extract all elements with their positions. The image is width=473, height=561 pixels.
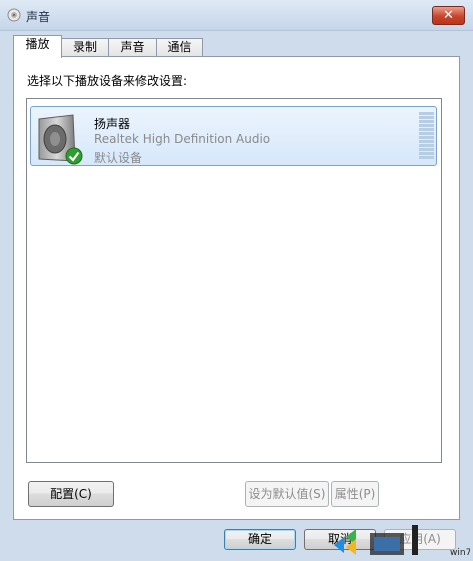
ok-button[interactable]: 确定 — [224, 529, 296, 550]
playback-device-list[interactable]: 扬声器 Realtek High Definition Audio 默认设备 — [26, 98, 442, 463]
title-bar[interactable]: 声音 ✕ — [0, 0, 473, 31]
site-watermark-logo: win7 — [334, 525, 470, 558]
device-item-speakers[interactable]: 扬声器 Realtek High Definition Audio 默认设备 — [30, 106, 437, 166]
tab-recording-label: 录制 — [72, 40, 97, 54]
tab-communications[interactable]: 通信 — [156, 38, 203, 57]
ok-button-label: 确定 — [247, 532, 272, 546]
default-check-icon — [65, 147, 83, 165]
close-icon: ✕ — [443, 8, 454, 23]
watermark-text: win7 — [450, 548, 470, 558]
set-default-button-label: 设为默认值(S) — [248, 487, 326, 501]
set-default-button[interactable]: 设为默认值(S) — [245, 481, 329, 507]
tab-sounds[interactable]: 声音 — [108, 38, 157, 57]
playback-instruction: 选择以下播放设备来修改设置: — [27, 74, 188, 88]
tab-recording[interactable]: 录制 — [61, 38, 109, 57]
device-description: Realtek High Definition Audio — [94, 132, 271, 146]
sound-window-icon — [7, 8, 21, 22]
tab-sounds-label: 声音 — [120, 40, 145, 54]
configure-button-label: 配置(C) — [50, 487, 92, 501]
configure-button[interactable]: 配置(C) — [28, 481, 114, 507]
device-name: 扬声器 — [94, 117, 131, 131]
tab-playback[interactable]: 播放 — [13, 35, 62, 58]
volume-level-meter — [419, 112, 434, 160]
tab-playback-label: 播放 — [25, 37, 50, 51]
close-button[interactable]: ✕ — [432, 6, 465, 25]
window-title: 声音 — [26, 10, 51, 24]
properties-button-label: 属性(P) — [334, 487, 376, 501]
properties-button[interactable]: 属性(P) — [331, 481, 379, 507]
tab-communications-label: 通信 — [167, 40, 192, 54]
device-status: 默认设备 — [94, 151, 143, 165]
